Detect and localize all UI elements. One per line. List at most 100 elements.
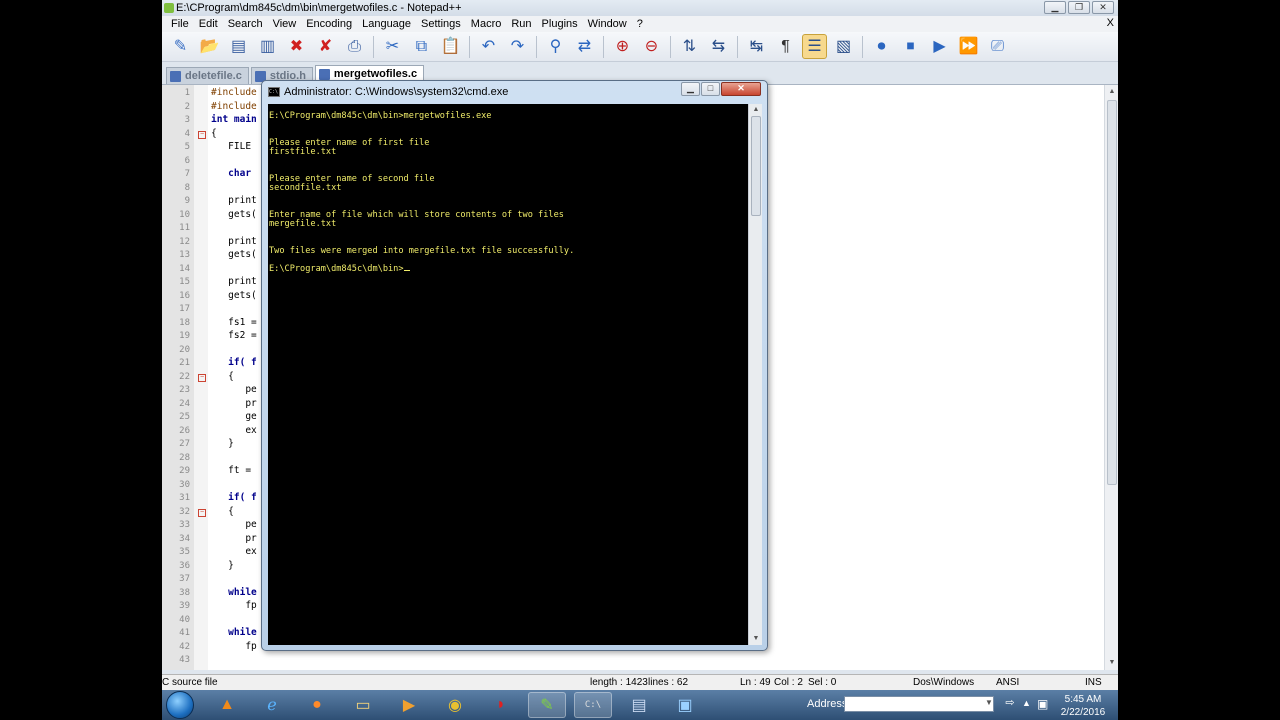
tab-deletefile[interactable]: deletefile.c (166, 67, 249, 84)
cmd-output: E:\CProgram\dm845c\dm\bin>mergetwofiles.… (269, 112, 574, 274)
menu-edit[interactable]: Edit (194, 18, 223, 30)
cmd-taskbar-icon[interactable]: C:\ (574, 692, 612, 718)
undo-icon[interactable]: ↶ (476, 34, 501, 59)
record-macro-icon[interactable]: ⏺ (869, 34, 894, 59)
new-file-icon[interactable]: ✎ (168, 34, 193, 59)
cmd-title-bar[interactable]: C:\ Administrator: C:\Windows\system32\c… (262, 81, 767, 103)
save-icon[interactable]: ▤ (226, 34, 251, 59)
replace-icon[interactable]: ⇄ (572, 34, 597, 59)
menu-language[interactable]: Language (357, 18, 416, 30)
cmd-minimize-button[interactable]: ▁ (681, 82, 700, 96)
save-macro-icon[interactable]: ⎚ (985, 34, 1010, 59)
code-line: { (211, 505, 234, 517)
menu-search[interactable]: Search (223, 18, 268, 30)
cmd-console[interactable]: E:\CProgram\dm845c\dm\bin>mergetwofiles.… (268, 104, 762, 645)
clock-time[interactable]: 5:45 AM (1058, 694, 1108, 705)
copy-icon[interactable]: ⧉ (409, 34, 434, 59)
line-number: 34 (179, 533, 190, 544)
close-button[interactable]: ✕ (1092, 1, 1114, 14)
word-wrap-icon[interactable]: ↹ (744, 34, 769, 59)
show-all-chars-icon[interactable]: ¶ (773, 34, 798, 59)
notepadpp-icon (164, 3, 174, 13)
sync-vertical-icon[interactable]: ⇅ (677, 34, 702, 59)
line-number: 37 (179, 574, 190, 584)
indent-guide-icon[interactable]: ☰ (802, 34, 827, 59)
print-icon[interactable]: ⎙ (342, 34, 367, 59)
code-line: print (211, 276, 257, 287)
line-number: 16 (179, 290, 190, 301)
save-all-icon[interactable]: ▥ (255, 34, 280, 59)
save-taskbar-icon[interactable]: ▤ (620, 692, 658, 718)
vlc-icon[interactable]: ▲ (208, 692, 246, 718)
close-icon[interactable]: ✖ (284, 34, 309, 59)
paste-icon[interactable]: 📋 (438, 34, 463, 59)
cmd-window[interactable]: C:\ Administrator: C:\Windows\system32\c… (261, 80, 768, 651)
tray-expand-icon[interactable]: ▲ (1022, 698, 1031, 708)
play-macro-icon[interactable]: ▶ (927, 34, 952, 59)
cmd-maximize-button[interactable]: □ (701, 82, 720, 96)
cmd-vertical-scrollbar[interactable]: ▲ ▼ (748, 104, 762, 645)
zoom-out-icon[interactable]: ⊖ (639, 34, 664, 59)
scrollbar-thumb[interactable] (1107, 100, 1117, 485)
fold-marker-icon[interactable]: − (198, 509, 206, 517)
scroll-down-icon[interactable]: ▼ (1107, 658, 1117, 668)
scroll-down-icon[interactable]: ▼ (751, 634, 761, 644)
line-number: 38 (179, 587, 190, 598)
menu-help[interactable]: ? (632, 18, 648, 30)
toolbar-separator (670, 35, 671, 58)
menu-encoding[interactable]: Encoding (301, 18, 357, 30)
menu-macro[interactable]: Macro (466, 18, 507, 30)
menu-settings[interactable]: Settings (416, 18, 466, 30)
toolbar-separator (862, 35, 863, 58)
find-icon[interactable]: ⚲ (543, 34, 568, 59)
cut-icon[interactable]: ✂ (380, 34, 405, 59)
chrome-icon[interactable]: ◉ (436, 692, 474, 718)
doc-map-icon[interactable]: ▧ (831, 34, 856, 59)
sync-horizontal-icon[interactable]: ⇆ (706, 34, 731, 59)
cmd-window-title: Administrator: C:\Windows\system32\cmd.e… (284, 86, 509, 98)
fold-marker-icon[interactable]: − (198, 131, 206, 139)
clock-date[interactable]: 2/22/2016 (1058, 707, 1108, 718)
address-input[interactable] (844, 696, 994, 712)
scrollbar-thumb[interactable] (751, 116, 761, 216)
minimize-button[interactable]: ▁ (1044, 1, 1066, 14)
chevron-down-icon[interactable]: ▼ (985, 698, 993, 707)
start-button[interactable] (166, 691, 194, 719)
app-icon[interactable]: ◗ (482, 692, 520, 718)
menu-window[interactable]: Window (583, 18, 632, 30)
close-all-icon[interactable]: ✘ (313, 34, 338, 59)
menu-plugins[interactable]: Plugins (537, 18, 583, 30)
zoom-in-icon[interactable]: ⊕ (610, 34, 635, 59)
menu-file[interactable]: File (166, 18, 194, 30)
open-file-icon[interactable]: 📂 (197, 34, 222, 59)
media-player-icon[interactable]: ▶ (390, 692, 428, 718)
status-lines: lines : 62 (648, 677, 689, 688)
notepadpp-taskbar-icon[interactable]: ✎ (528, 692, 566, 718)
scroll-up-icon[interactable]: ▲ (751, 105, 761, 115)
snipping-tool-icon[interactable]: ▣ (666, 692, 704, 718)
address-toolbar-label: Address (807, 698, 848, 710)
cmd-close-button[interactable]: ✕ (721, 82, 761, 96)
code-line: while (211, 627, 257, 638)
code-line: } (211, 438, 234, 449)
firefox-icon[interactable]: ● (298, 692, 336, 718)
code-line: while (211, 586, 257, 598)
redo-icon[interactable]: ↷ (505, 34, 530, 59)
menu-run[interactable]: Run (506, 18, 536, 30)
line-number: 6 (184, 155, 190, 166)
go-arrow-icon[interactable]: ⇨ (1002, 696, 1018, 712)
internet-explorer-icon[interactable]: ℯ (253, 692, 291, 718)
code-line: pr (211, 532, 257, 544)
toolbar-separator (603, 35, 604, 58)
file-explorer-icon[interactable]: ▭ (344, 692, 382, 718)
npp-title-bar: E:\CProgram\dm845c\dm\bin\mergetwofiles.… (162, 0, 1118, 16)
stop-macro-icon[interactable]: ⏹ (898, 34, 923, 59)
run-macro-multiple-icon[interactable]: ⏩ (956, 34, 981, 59)
editor-vertical-scrollbar[interactable]: ▲ ▼ (1104, 85, 1118, 670)
restore-button[interactable]: ❐ (1068, 1, 1090, 14)
fold-marker-icon[interactable]: − (198, 374, 206, 382)
scroll-up-icon[interactable]: ▲ (1107, 87, 1117, 97)
network-icon[interactable]: ▣ (1037, 697, 1048, 711)
close-document-button[interactable]: X (1107, 17, 1114, 29)
menu-view[interactable]: View (268, 18, 302, 30)
